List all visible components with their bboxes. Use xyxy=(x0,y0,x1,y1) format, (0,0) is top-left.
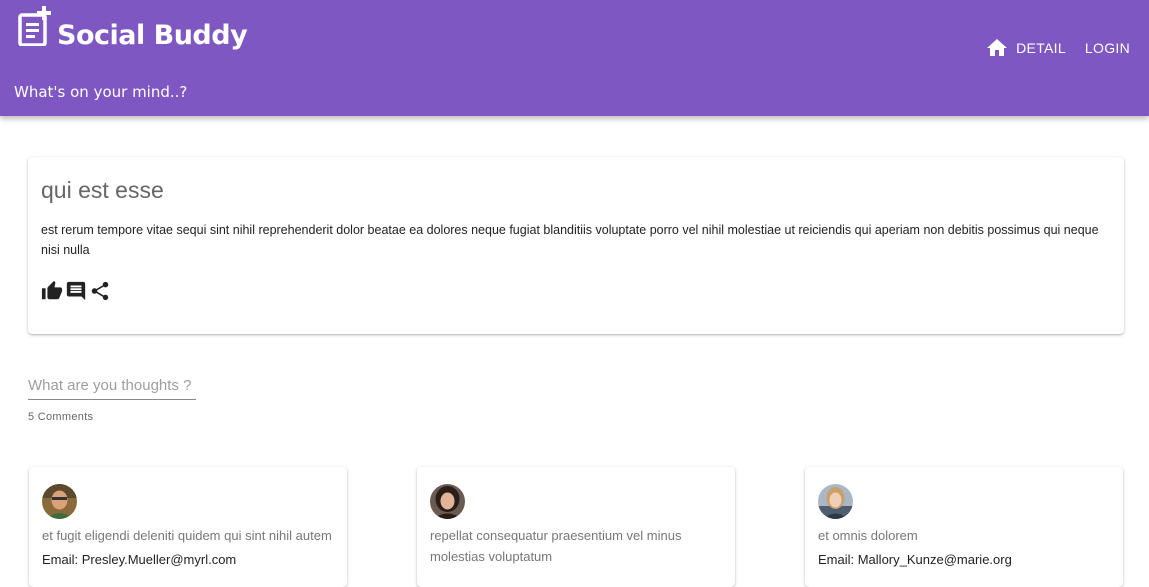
comment-card: repellat consequatur praesentium vel min… xyxy=(417,467,735,587)
avatar xyxy=(818,484,853,519)
tagline: What's on your mind..? xyxy=(14,83,188,101)
post-title: qui est esse xyxy=(41,177,164,203)
comments-count: 5 Comments xyxy=(28,411,94,423)
app-bar: Social Buddy What's on your mind..? DETA… xyxy=(0,0,1149,116)
comment-name: et omnis dolorem xyxy=(818,528,918,543)
comment-name: repellat consequatur praesentium vel min… xyxy=(430,528,682,564)
comment-card: et omnis dolorem Email: Mallory_Kunze@ma… xyxy=(805,467,1123,587)
comment-icon[interactable] xyxy=(65,280,87,302)
post-card: qui est esse est rerum tempore vitae seq… xyxy=(28,157,1124,334)
comment-name: et fugit eligendi deleniti quidem qui si… xyxy=(42,528,332,543)
thumb-up-icon[interactable] xyxy=(41,280,63,302)
post-body: est rerum tempore vitae sequi sint nihil… xyxy=(41,223,1099,257)
post-actions xyxy=(41,280,113,302)
brand-name: Social Buddy xyxy=(57,20,248,51)
share-icon[interactable] xyxy=(89,280,111,302)
post-add-icon xyxy=(18,6,51,46)
thoughts-field[interactable] xyxy=(28,377,196,400)
top-nav: DETAIL LOGIN xyxy=(985,36,1130,60)
avatar xyxy=(42,484,77,519)
brand[interactable]: Social Buddy xyxy=(18,6,248,51)
nav-detail-link[interactable]: DETAIL xyxy=(1016,40,1066,56)
avatar xyxy=(430,484,465,519)
nav-login-link[interactable]: LOGIN xyxy=(1085,40,1130,56)
thoughts-input[interactable] xyxy=(28,377,196,399)
comment-email: Email: Mallory_Kunze@marie.org xyxy=(818,552,1012,567)
comment-card: et fugit eligendi deleniti quidem qui si… xyxy=(29,467,347,587)
comment-email: Email: Presley.Mueller@myrl.com xyxy=(42,552,237,567)
home-icon[interactable] xyxy=(985,36,1009,60)
